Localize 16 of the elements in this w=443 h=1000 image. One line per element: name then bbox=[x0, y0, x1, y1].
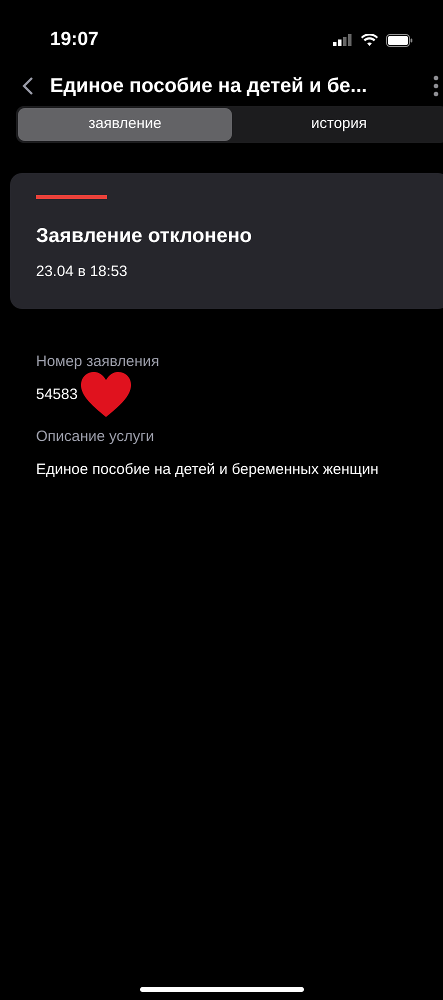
back-icon[interactable] bbox=[22, 76, 34, 96]
wifi-icon bbox=[361, 34, 378, 46]
heart-icon bbox=[80, 370, 132, 419]
status-title: Заявление отклонено bbox=[36, 224, 253, 248]
field-value: 54583 bbox=[36, 384, 78, 404]
tab[interactable]: заявление bbox=[18, 108, 232, 140]
field-value: Единое пособие на детей и беременных женщин bbox=[36, 460, 379, 480]
status-date: 23.04 в 18:53 bbox=[36, 262, 128, 282]
clock-time: 19:07 bbox=[50, 28, 99, 52]
field-label: Описание услуги bbox=[36, 427, 156, 447]
page-title: Единое пособие на детей и бе... bbox=[50, 74, 368, 99]
field-label: Номер заявления bbox=[36, 352, 160, 372]
signal-icon bbox=[333, 34, 353, 46]
tab[interactable]: история bbox=[232, 108, 443, 140]
battery-icon bbox=[386, 34, 413, 46]
more-options-icon[interactable] bbox=[433, 75, 439, 97]
